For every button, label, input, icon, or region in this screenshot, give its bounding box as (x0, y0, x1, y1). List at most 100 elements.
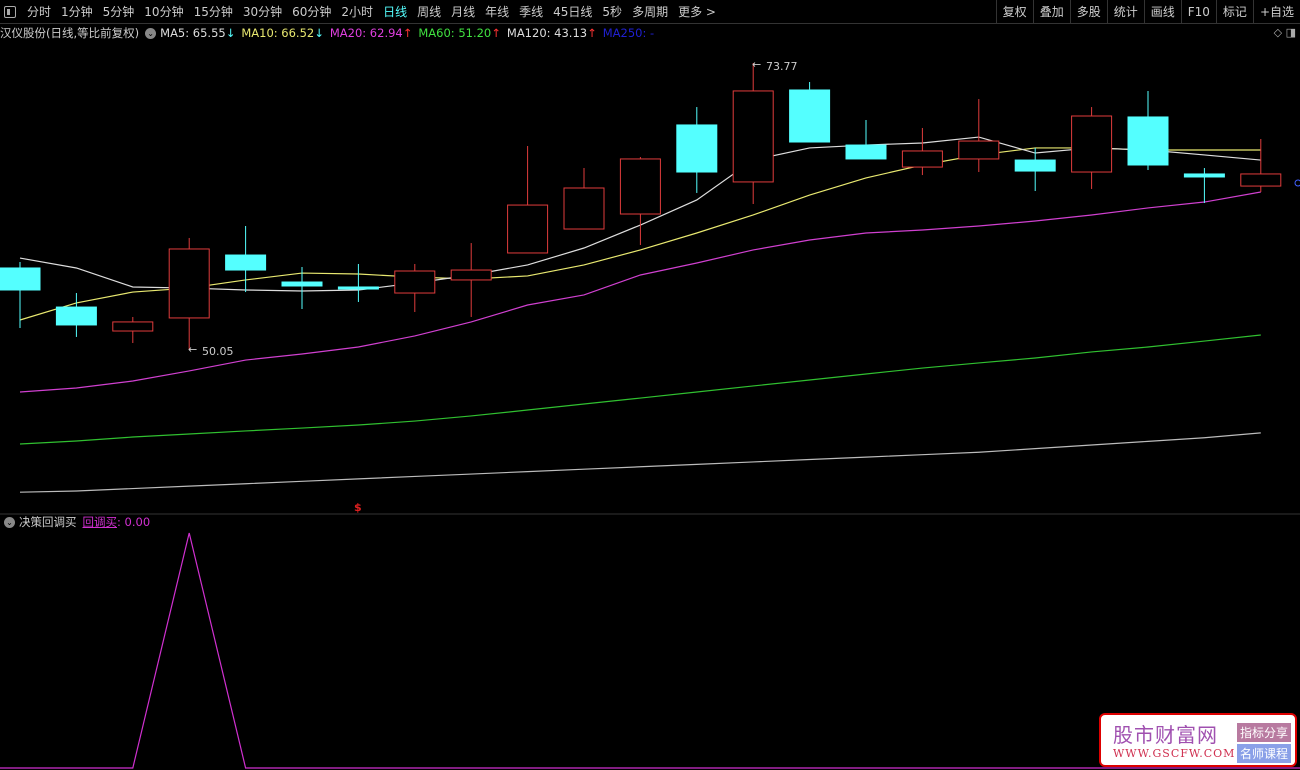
high-arrow: ← (752, 58, 761, 71)
ma-value: MA20: 62.94 (329, 26, 403, 40)
right-tools: 复权 叠加 多股 统计 画线 F10 标记 +自选 (995, 0, 1300, 24)
period-tab[interactable]: 10分钟 (139, 3, 188, 20)
panel-icon[interactable]: ◨ (1286, 26, 1296, 39)
low-label: 50.05 (202, 345, 234, 358)
period-tab[interactable]: 30分钟 (238, 3, 287, 20)
trend-arrow-icon: ↑ (491, 26, 501, 40)
ma-value: MA10: 66.52 (241, 26, 315, 40)
candle (1071, 107, 1113, 189)
high-label: 73.77 (766, 60, 798, 73)
period-tab[interactable]: 分时 (22, 3, 56, 20)
trend-arrow-icon: ↓ (225, 26, 236, 40)
candle-body (394, 270, 436, 294)
period-tab[interactable]: 周线 (412, 3, 446, 20)
logo-tag-share: 指标分享 (1237, 723, 1292, 742)
candle (1183, 168, 1225, 203)
candle-body (1014, 159, 1056, 172)
candle-body (901, 150, 943, 168)
period-tab[interactable]: 5秒 (597, 3, 627, 20)
stock-title: 汉仪股份(日线,等比前复权) (0, 26, 140, 40)
candle (1240, 138, 1282, 192)
diamond-icon[interactable]: ◇ (1274, 26, 1282, 39)
candle-body (563, 187, 605, 230)
panel-toggle-icon[interactable] (4, 5, 16, 18)
period-tab[interactable]: 月线 (446, 3, 480, 20)
tool-button[interactable]: 多股 (1069, 0, 1107, 24)
candle-body (732, 90, 774, 183)
period-tab[interactable]: 60分钟 (287, 3, 336, 20)
ma-legend-item: MA60: 51.20↑ (418, 26, 501, 40)
trend-arrow-icon: ↓ (314, 26, 324, 40)
period-tab[interactable]: 2小时 (336, 3, 378, 20)
candle (732, 63, 774, 204)
candle (337, 263, 379, 302)
kline-chart[interactable]: 73.77 ← 50.05 ← $ (0, 0, 1300, 770)
ma120-line (19, 432, 1261, 493)
candle-body (225, 254, 267, 271)
period-tab[interactable]: 5分钟 (98, 3, 140, 20)
candle-body (789, 89, 831, 143)
period-tab[interactable]: 日线 (378, 3, 412, 20)
candle (168, 237, 210, 351)
sub-title: 决策回调买 (19, 515, 77, 529)
price-marker (1294, 179, 1300, 187)
low-arrow: ← (188, 343, 197, 356)
candle-body (55, 306, 97, 326)
candle-body (1183, 173, 1225, 178)
top-icons: ◇ ◨ (1274, 26, 1296, 39)
settings-dropdown-icon[interactable]: ⌄ (145, 27, 157, 39)
ma-value: MA250: - (602, 26, 655, 40)
ma-legend-item: MA10: 66.52↓ (241, 26, 324, 40)
tool-button[interactable]: 统计 (1106, 0, 1144, 24)
tool-button[interactable]: 画线 (1143, 0, 1181, 24)
period-tab[interactable]: 多周期 (627, 3, 673, 20)
candle (958, 99, 1000, 173)
candle (1127, 90, 1169, 170)
period-tab[interactable]: 季线 (514, 3, 548, 20)
tool-button[interactable]: 叠加 (1032, 0, 1070, 24)
candle (55, 293, 97, 337)
candle-body (676, 124, 718, 173)
sub-indicator-name: 回调买 (82, 515, 118, 529)
candle (394, 263, 436, 313)
candle (1014, 147, 1056, 192)
candle-body (337, 286, 379, 290)
ma-legend: 汉仪股份(日线,等比前复权) ⌄ MA5: 65.55↓ MA10: 66.52↓… (0, 25, 666, 41)
candles (0, 63, 1282, 351)
trend-arrow-icon: ↑ (587, 26, 597, 40)
tool-button[interactable]: 标记 (1215, 0, 1253, 24)
period-tab[interactable]: 45日线 (548, 3, 597, 20)
ma-value: MA60: 51.20 (418, 26, 492, 40)
tool-button[interactable]: 复权 (995, 0, 1033, 24)
ma-legend-item: MA250: - (603, 26, 654, 40)
candle (563, 168, 605, 230)
sub-legend: ⌄ 决策回调买 回调买 : 0.00 (0, 514, 150, 530)
logo-tag-course: 名师课程 (1237, 744, 1292, 763)
ma-legend-item: MA20: 62.94↑ (330, 26, 413, 40)
period-tab[interactable]: 15分钟 (189, 3, 238, 20)
tool-button[interactable]: F10 (1180, 0, 1216, 24)
candle (0, 262, 41, 328)
tool-button[interactable]: +自选 (1252, 0, 1300, 24)
candle-body (619, 158, 661, 215)
candle (789, 81, 831, 143)
candle-body (845, 144, 887, 160)
candle-body (450, 269, 492, 281)
candle-body (1127, 116, 1169, 166)
sub-dropdown-icon[interactable]: ⌄ (4, 516, 15, 528)
event-marker[interactable]: $ (354, 501, 362, 514)
candle-body (507, 204, 549, 254)
period-tab[interactable]: 年线 (480, 3, 514, 20)
candle-body (1071, 115, 1113, 173)
candle-body (1240, 173, 1282, 187)
watermark-logo: 股市财富网 WWW.GSCFW.COM 指标分享 名师课程 (1099, 713, 1297, 767)
candle-body (112, 321, 154, 332)
candle-body (0, 267, 41, 291)
period-tab[interactable]: 1分钟 (56, 3, 98, 20)
sub-indicator-value: : 0.00 (117, 515, 151, 529)
candle (619, 157, 661, 245)
period-tab[interactable]: 更多 > (673, 3, 721, 20)
candle-body (168, 248, 210, 319)
candle-body (958, 140, 1000, 160)
ma-value: MA120: 43.13 (506, 26, 588, 40)
